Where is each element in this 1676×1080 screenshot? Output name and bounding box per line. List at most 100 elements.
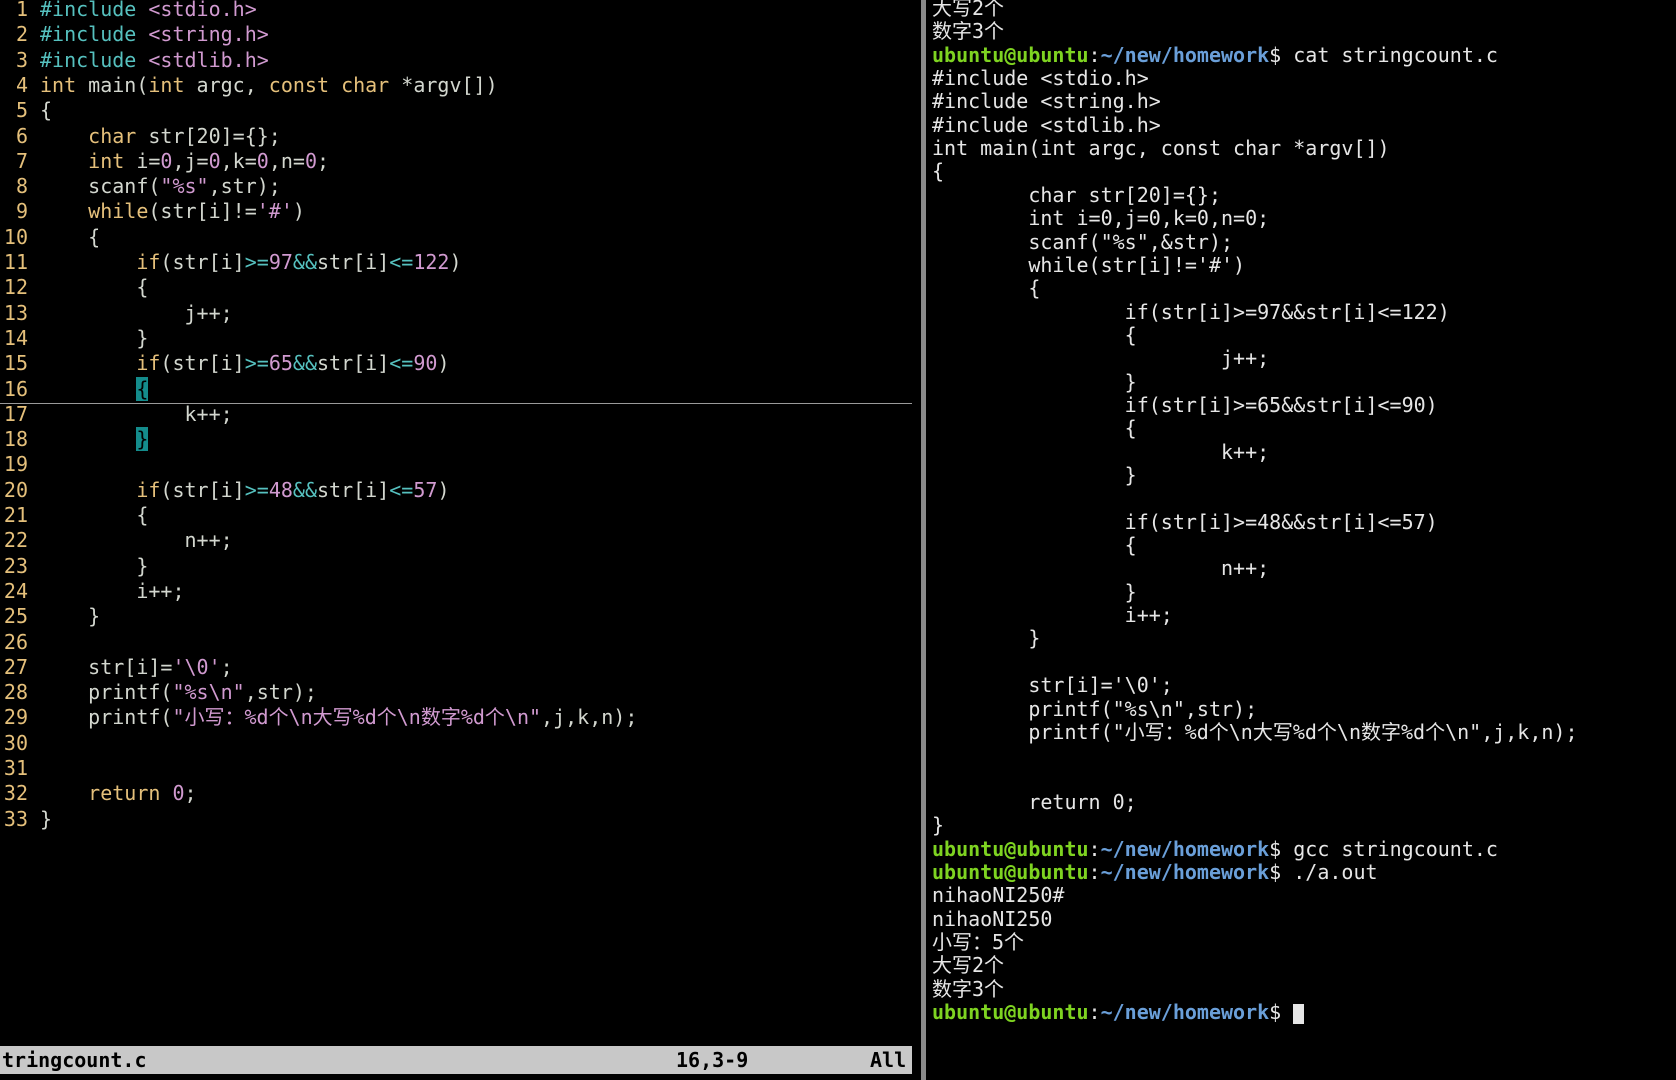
terminal-text: #include <stdlib.h> [932,113,1161,137]
code-token: const [268,73,330,97]
line-code: } [28,553,148,580]
code-token: <stdlib.h> [148,48,269,72]
editor-line-6[interactable]: 6 char str[20]={}; [0,123,281,150]
editor-line-25[interactable]: 25 } [0,603,100,630]
code-token: int [88,149,125,173]
editor-line-8[interactable]: 8 scanf("%s",str); [0,173,281,200]
terminal-pane[interactable]: 大写2个 数字3个 ubuntu@ubuntu:~/new/homework$ ca… [932,0,1676,1080]
code-token: ,str); [244,680,317,704]
line-code: i++; [28,578,184,605]
code-token: } [136,427,149,451]
line-code: k++; [28,401,232,428]
line-number: 8 [15,174,28,198]
editor-line-24[interactable]: 24 i++; [0,578,185,605]
terminal-line: char str[20]={}; [932,183,1221,208]
code-token: printf( [40,680,173,704]
terminal-text: n++; [932,556,1270,580]
editor-line-12[interactable]: 12 { [0,274,148,301]
line-code: printf("%s\n",str); [28,679,317,706]
terminal-text: nihaoNI250 [932,907,1053,931]
code-token: if [136,478,161,502]
editor-line-21[interactable]: 21 { [0,502,148,529]
line-number: 10 [3,225,28,249]
editor-line-3[interactable]: 3 #include <stdlib.h> [0,47,269,74]
editor-line-19[interactable]: 19 [0,451,40,478]
terminal-line: int i=0,j=0,k=0,n=0; [932,206,1269,231]
editor-line-30[interactable]: 30 [0,730,40,757]
editor-line-33[interactable]: 33} [0,806,52,833]
editor-line-26[interactable]: 26 [0,629,40,656]
line-code: scanf("%s",str); [28,173,281,200]
editor-line-29[interactable]: 29 printf("小写：%d个\n大写%d个\n数字%d个\n",j,k,n… [0,704,637,731]
terminal-line: return 0; [932,790,1137,815]
terminal-text: nihaoNI250# [932,883,1065,907]
editor-line-11[interactable]: 11 if(str[i]>=97&&str[i]<=122) [0,249,462,276]
line-number: 31 [3,756,28,780]
terminal-text: 大写2个 [932,953,1005,977]
code-token: 0 [256,149,269,173]
editor-line-9[interactable]: 9 while(str[i]!='#') [0,198,305,225]
code-token: && [292,250,317,274]
line-code: #include <stdio.h> [28,0,257,23]
terminal-text: if(str[i]>=97&&str[i]<=122) [932,300,1450,324]
terminal-cursor-icon [1293,1003,1305,1024]
editor-line-2[interactable]: 2 #include <string.h> [0,21,269,48]
editor-line-31[interactable]: 31 [0,755,40,782]
code-token: j++; [40,301,233,325]
code-token: ,n= [268,149,305,173]
command-line-area [0,1074,912,1080]
code-token: ,j= [172,149,209,173]
editor-line-28[interactable]: 28 printf("%s\n",str); [0,679,317,706]
terminal-text: { [932,416,1137,440]
code-token: 0 [172,781,185,805]
editor-line-14[interactable]: 14 } [0,325,148,352]
line-number: 14 [3,326,28,350]
code-token: 0 [208,149,221,173]
editor-line-10[interactable]: 10 { [0,224,100,251]
terminal-text: : [1088,43,1101,67]
terminal-text: 数字3个 [932,977,1005,1001]
editor-line-13[interactable]: 13 j++; [0,300,233,327]
editor-line-5[interactable]: 5{ [0,97,52,124]
line-code: { [28,502,148,529]
editor-line-22[interactable]: 22 n++; [0,527,233,554]
editor-line-32[interactable]: 32 return 0; [0,780,197,807]
terminal-text: return 0; [932,790,1137,814]
editor-line-4[interactable]: 4 int main(int argc, const char *argv[]) [0,72,498,99]
editor-line-16[interactable]: 16 { [0,376,912,404]
code-token: n++; [40,528,233,552]
line-number: 32 [3,781,28,805]
code-token: } [40,807,53,831]
line-number: 27 [3,655,28,679]
editor-line-27[interactable]: 27 str[i]='\0'; [0,654,233,681]
terminal-text: i++; [932,603,1173,627]
terminal-text: : [1088,837,1101,861]
editor-line-20[interactable]: 20 if(str[i]>=48&&str[i]<=57) [0,477,450,504]
code-token: char [341,73,390,97]
vim-status-line: tringcount.c 16,3-9 All [0,1046,912,1074]
editor-line-23[interactable]: 23 } [0,553,148,580]
editor-line-1[interactable]: 1 #include <stdio.h> [0,0,257,23]
vim-editor-pane[interactable]: 1 #include <stdio.h> 2 #include <string.h> 3… [0,0,916,1080]
pane-divider[interactable] [916,0,932,1080]
terminal-line: if(str[i]>=97&&str[i]<=122) [932,300,1450,325]
editor-line-7[interactable]: 7 int i=0,j=0,k=0,n=0; [0,148,329,175]
terminal-line: } [932,626,1040,651]
editor-line-18[interactable]: 18 } [0,426,149,453]
line-number: 1 [15,0,28,21]
line-code: n++; [28,527,233,554]
terminal-text: #include <string.h> [932,89,1161,113]
terminal-line: nihaoNI250# [932,883,1064,908]
code-token: argc, [184,73,269,97]
editor-line-15[interactable]: 15 if(str[i]>=65&&str[i]<=90) [0,350,450,377]
line-number: 21 [3,503,28,527]
code-token: return [88,781,161,805]
code-token: ,j,k,n); [541,705,638,729]
terminal-line: { [932,533,1137,558]
editor-line-17[interactable]: 17 k++; [0,401,233,428]
terminal-text: } [932,463,1137,487]
